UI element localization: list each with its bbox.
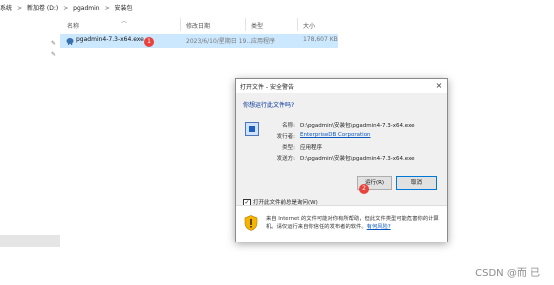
file-name[interactable]: pgadmin4-7.3-x64.exe bbox=[76, 36, 144, 43]
breadcrumb-separator: > bbox=[17, 5, 23, 12]
dialog-question: 你想运行此文件吗? bbox=[243, 102, 295, 109]
warning-text: 来自 Internet 的文件可能对你有所帮助，但此文件类型可能危害你的计算机。… bbox=[266, 215, 442, 231]
navigation-pane: ✎ ✎ bbox=[0, 16, 60, 285]
publisher-label: 发行者: bbox=[276, 134, 295, 140]
step-badge: 1 bbox=[144, 37, 154, 47]
from-value: D:\pgadmin\安装包\pgadmin4-7.3-x64.exe bbox=[300, 156, 415, 162]
close-icon[interactable]: × bbox=[434, 80, 444, 91]
dialog-title: 打开文件 - 安全警告 bbox=[240, 84, 294, 91]
breadcrumb-item[interactable]: 系统 bbox=[0, 5, 12, 12]
security-warning-dialog: 打开文件 - 安全警告 × 你想运行此文件吗? 名称: D:\pgadmin\安… bbox=[235, 78, 448, 242]
column-header-date[interactable]: 修改日期 bbox=[186, 21, 210, 30]
dialog-titlebar[interactable]: 打开文件 - 安全警告 × bbox=[236, 79, 447, 93]
column-header-type[interactable]: 类型 bbox=[251, 21, 263, 30]
breadcrumb-item[interactable]: 新加卷 (D:) bbox=[27, 5, 58, 12]
name-value: D:\pgadmin\安装包\pgadmin4-7.3-x64.exe bbox=[300, 123, 415, 129]
file-type: 应用程序 bbox=[251, 38, 276, 45]
dialog-body: 你想运行此文件吗? 名称: D:\pgadmin\安装包\pgadmin4-7.… bbox=[236, 93, 447, 207]
navigation-item-selected[interactable] bbox=[0, 235, 60, 247]
type-label: 类型: bbox=[282, 145, 295, 151]
publisher-link[interactable]: EnterpriseDB Corporation bbox=[300, 132, 371, 138]
shield-warning-icon bbox=[244, 215, 258, 231]
risk-link[interactable]: 有何风险? bbox=[367, 224, 391, 230]
breadcrumb-separator: > bbox=[63, 5, 69, 12]
application-icon-inner bbox=[249, 126, 255, 132]
breadcrumb-item[interactable]: pgadmin bbox=[73, 5, 99, 12]
name-label: 名称: bbox=[282, 123, 295, 129]
sort-ascending-icon: ︿ bbox=[121, 18, 128, 25]
from-label: 发送方: bbox=[276, 156, 295, 162]
column-header-name[interactable]: 名称 bbox=[67, 21, 79, 30]
breadcrumb: 系统 > 新加卷 (D:) > pgadmin > 安装包 bbox=[0, 2, 135, 16]
pin-icon[interactable]: ✎ bbox=[51, 51, 56, 58]
file-size: 178,607 KB bbox=[303, 36, 338, 43]
column-divider[interactable] bbox=[245, 18, 246, 31]
column-divider[interactable] bbox=[297, 18, 298, 31]
breadcrumb-separator: > bbox=[104, 5, 110, 12]
column-divider[interactable] bbox=[180, 18, 181, 31]
file-date: 2023/6/10/星期日 19... bbox=[186, 38, 253, 45]
pin-icon[interactable]: ✎ bbox=[51, 40, 56, 47]
type-value: 应用程序 bbox=[300, 145, 323, 151]
breadcrumb-item[interactable]: 安装包 bbox=[115, 5, 133, 12]
elephant-app-icon bbox=[66, 38, 74, 45]
warning-panel: 来自 Internet 的文件可能对你有所帮助，但此文件类型可能危害你的计算机。… bbox=[236, 205, 447, 242]
application-icon bbox=[245, 122, 259, 136]
step-badge: 2 bbox=[359, 184, 369, 194]
column-header-size[interactable]: 大小 bbox=[303, 21, 315, 30]
watermark: CSDN @而 已 bbox=[475, 268, 540, 279]
warning-message: 来自 Internet 的文件可能对你有所帮助，但此文件类型可能危害你的计算机。… bbox=[266, 216, 439, 230]
cancel-button[interactable]: 取消 bbox=[396, 176, 437, 190]
